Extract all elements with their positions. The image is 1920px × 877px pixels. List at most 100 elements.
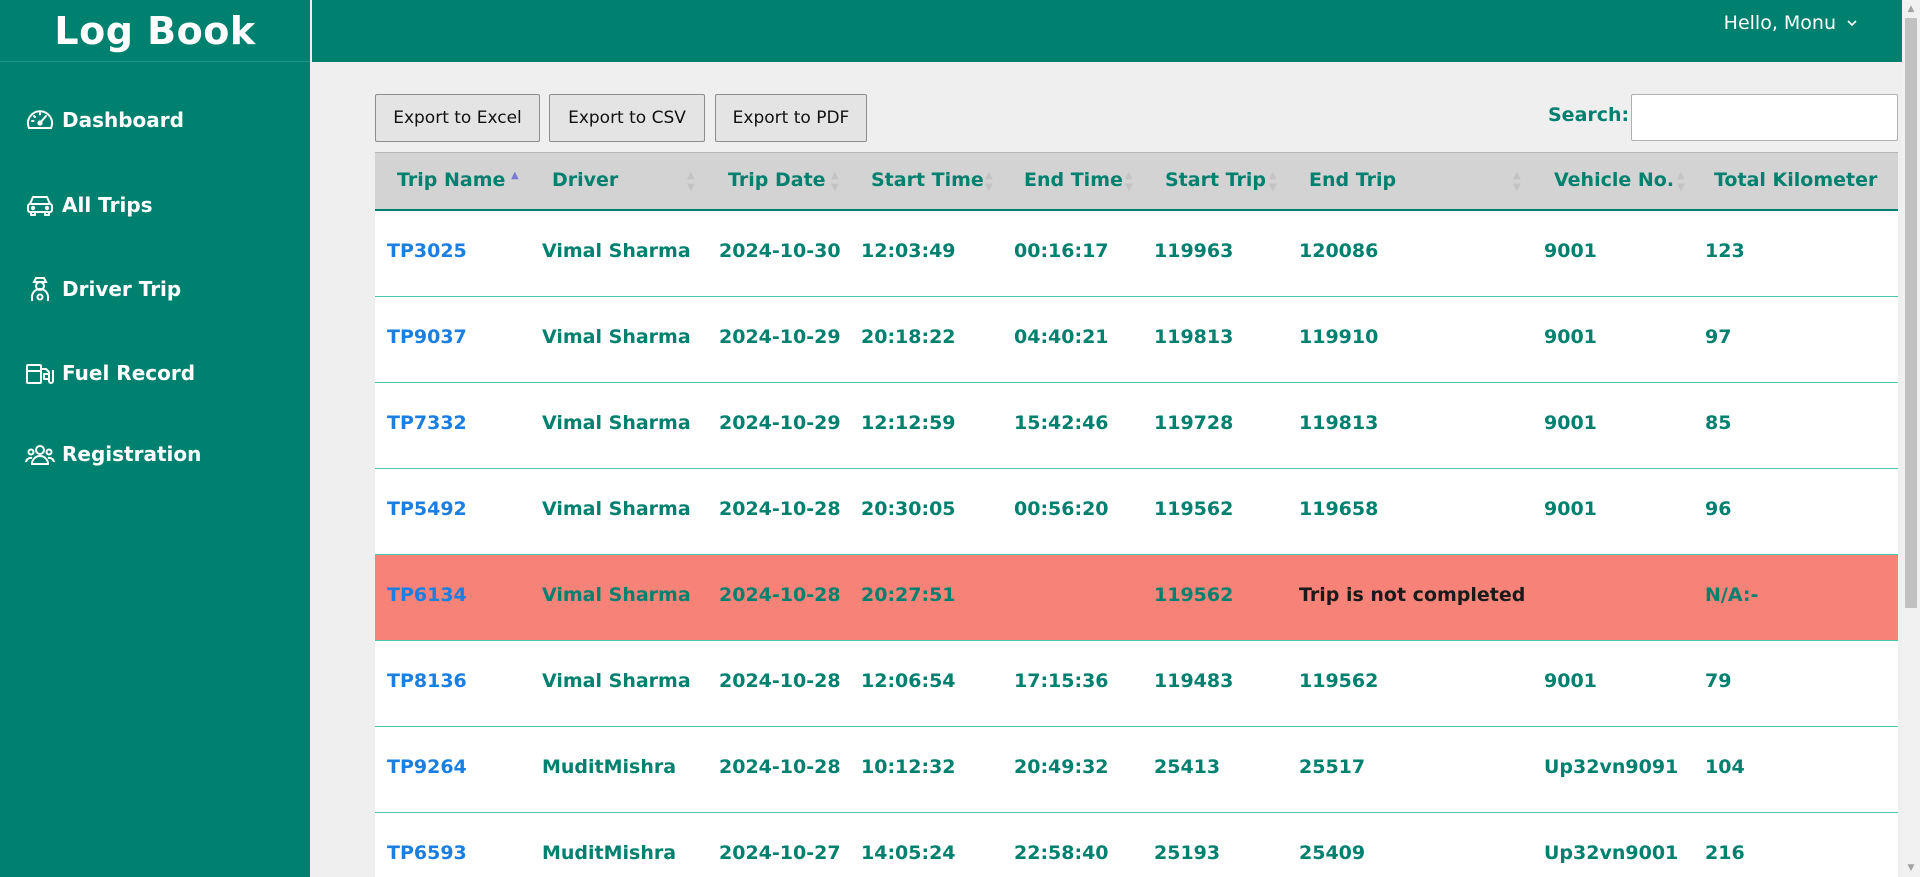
- cell-start-time: 12:12:59: [861, 412, 956, 434]
- cell-end-time: 17:15:36: [1014, 670, 1109, 692]
- cell-driver: Vimal Sharma: [542, 498, 691, 520]
- sidebar-item-registration[interactable]: Registration: [24, 438, 201, 470]
- cell-trip-date: 2024-10-28: [719, 670, 841, 692]
- cell-end-time: 00:56:20: [1014, 498, 1109, 520]
- cell-start-time: 20:30:05: [861, 498, 956, 520]
- cell-trip-name[interactable]: TP9264: [387, 756, 467, 778]
- table-row: TP9037 Vimal Sharma 2024-10-29 20:18:22 04:4…: [375, 297, 1898, 383]
- export-excel-button[interactable]: Export to Excel: [375, 94, 540, 142]
- cell-start-time: 20:18:22: [861, 326, 956, 348]
- cell-vehicle-no: 9001: [1544, 326, 1597, 348]
- cell-trip-name[interactable]: TP6593: [387, 842, 467, 864]
- cell-driver: MuditMishra: [542, 756, 677, 778]
- sidebar: Log Book Dashboard All Trips Driver Trip…: [0, 0, 310, 877]
- car-icon: [27, 196, 53, 216]
- cell-end-time: 15:42:46: [1014, 412, 1109, 434]
- brand: Log Book: [0, 0, 310, 62]
- sort-asc-icon: ▲: [511, 170, 519, 181]
- export-csv-button[interactable]: Export to CSV: [549, 94, 705, 142]
- cell-end-time: 00:16:17: [1014, 240, 1109, 262]
- cell-end-trip: 119910: [1299, 326, 1379, 348]
- cell-trip-date: 2024-10-28: [719, 756, 841, 778]
- sidebar-item-driver-trip[interactable]: Driver Trip: [24, 273, 181, 305]
- column-header-start-time[interactable]: Start Time: [871, 169, 984, 191]
- cell-start-trip: 119483: [1154, 670, 1234, 692]
- column-header-end-trip[interactable]: End Trip: [1309, 169, 1396, 191]
- fuel-pump-icon: [26, 364, 54, 384]
- speedometer-icon: [27, 110, 53, 129]
- cell-vehicle-no: 9001: [1544, 670, 1597, 692]
- cell-total-kilometer: 97: [1705, 326, 1732, 348]
- table-header: Trip Name ▲ Driver ▲ ▼ Trip Date ▲ ▼ Start…: [375, 152, 1898, 211]
- cell-total-kilometer: 123: [1705, 240, 1745, 262]
- sidebar-item-label: Registration: [62, 442, 202, 466]
- column-header-trip-name[interactable]: Trip Name: [397, 169, 505, 191]
- user-greeting: Hello, Monu: [1723, 12, 1836, 34]
- cell-total-kilometer: 85: [1705, 412, 1732, 434]
- cell-trip-name[interactable]: TP5492: [387, 498, 467, 520]
- cell-vehicle-no: 9001: [1544, 412, 1597, 434]
- cell-end-time: 22:58:40: [1014, 842, 1109, 864]
- column-header-total-kilometer[interactable]: Total Kilometer: [1714, 169, 1877, 191]
- table-row: TP3025 Vimal Sharma 2024-10-30 12:03:49 00:1…: [375, 211, 1898, 297]
- cell-start-trip: 119562: [1154, 498, 1234, 520]
- cell-start-time: 14:05:24: [861, 842, 956, 864]
- sidebar-item-label: Fuel Record: [62, 361, 196, 385]
- table-row: TP5492 Vimal Sharma 2024-10-28 20:30:05 00:5…: [375, 469, 1898, 555]
- sidebar-item-dashboard[interactable]: Dashboard: [24, 104, 184, 136]
- cell-end-trip: 119813: [1299, 412, 1379, 434]
- table-body: TP3025 Vimal Sharma 2024-10-30 12:03:49 00:1…: [375, 211, 1898, 877]
- cell-trip-name[interactable]: TP7332: [387, 412, 467, 434]
- trip-incomplete-message: Trip is not completed: [1299, 584, 1526, 606]
- column-header-vehicle-no[interactable]: Vehicle No.: [1554, 169, 1674, 191]
- cell-end-time: 20:49:32: [1014, 756, 1109, 778]
- cell-trip-date: 2024-10-29: [719, 412, 841, 434]
- export-pdf-button[interactable]: Export to PDF: [715, 94, 867, 142]
- cell-total-kilometer: 216: [1705, 842, 1745, 864]
- cell-vehicle-no: Up32vn9091: [1544, 756, 1679, 778]
- cell-driver: Vimal Sharma: [542, 326, 691, 348]
- search-label: Search:: [1548, 104, 1630, 126]
- top-bar: Hello, Monu: [312, 0, 1902, 62]
- cell-start-trip: 25413: [1154, 756, 1221, 778]
- table-row: TP6593 MuditMishra 2024-10-27 14:05:24 22:58…: [375, 813, 1898, 877]
- cell-total-kilometer: 104: [1705, 756, 1745, 778]
- cell-trip-date: 2024-10-28: [719, 584, 841, 606]
- cell-end-time: 04:40:21: [1014, 326, 1109, 348]
- cell-end-trip: 119658: [1299, 498, 1379, 520]
- sidebar-item-fuel-record[interactable]: Fuel Record: [24, 357, 195, 389]
- sidebar-item-all-trips[interactable]: All Trips: [24, 189, 153, 221]
- column-header-trip-date[interactable]: Trip Date: [728, 169, 826, 191]
- cell-trip-name[interactable]: TP8136: [387, 670, 467, 692]
- cell-total-kilometer: 96: [1705, 498, 1732, 520]
- scroll-up-arrow-icon[interactable]: ▲: [1902, 0, 1920, 18]
- cell-end-trip: 25517: [1299, 756, 1366, 778]
- cell-start-time: 10:12:32: [861, 756, 956, 778]
- cell-end-trip: 25409: [1299, 842, 1366, 864]
- sort-both-icon: ▲ ▼: [1677, 170, 1685, 193]
- table-row: TP9264 MuditMishra 2024-10-28 10:12:32 20:49…: [375, 727, 1898, 813]
- cell-start-time: 20:27:51: [861, 584, 956, 606]
- search-input[interactable]: [1631, 94, 1898, 141]
- user-menu[interactable]: Hello, Monu: [1724, 12, 1858, 34]
- cell-start-time: 12:06:54: [861, 670, 956, 692]
- cell-driver: Vimal Sharma: [542, 670, 691, 692]
- cell-start-trip: 119728: [1154, 412, 1234, 434]
- column-header-end-time[interactable]: End Time: [1024, 169, 1123, 191]
- cell-driver: Vimal Sharma: [542, 584, 691, 606]
- scrollbar-thumb[interactable]: [1905, 18, 1917, 608]
- cell-trip-date: 2024-10-30: [719, 240, 841, 262]
- cell-trip-name[interactable]: TP6134: [387, 584, 467, 606]
- column-header-driver[interactable]: Driver: [552, 169, 618, 191]
- table-row: TP8136 Vimal Sharma 2024-10-28 12:06:54 17:1…: [375, 641, 1898, 727]
- scrollbar[interactable]: ▲ ▼: [1902, 0, 1920, 877]
- cell-vehicle-no: 9001: [1544, 240, 1597, 262]
- sort-both-icon: ▲ ▼: [1125, 170, 1133, 193]
- sort-both-icon: ▲ ▼: [831, 170, 839, 193]
- cell-trip-name[interactable]: TP9037: [387, 326, 467, 348]
- scroll-down-arrow-icon[interactable]: ▼: [1902, 859, 1920, 877]
- cell-trip-name[interactable]: TP3025: [387, 240, 467, 262]
- sidebar-item-label: All Trips: [62, 193, 153, 217]
- cell-total-kilometer: 79: [1705, 670, 1732, 692]
- column-header-start-trip[interactable]: Start Trip: [1165, 169, 1266, 191]
